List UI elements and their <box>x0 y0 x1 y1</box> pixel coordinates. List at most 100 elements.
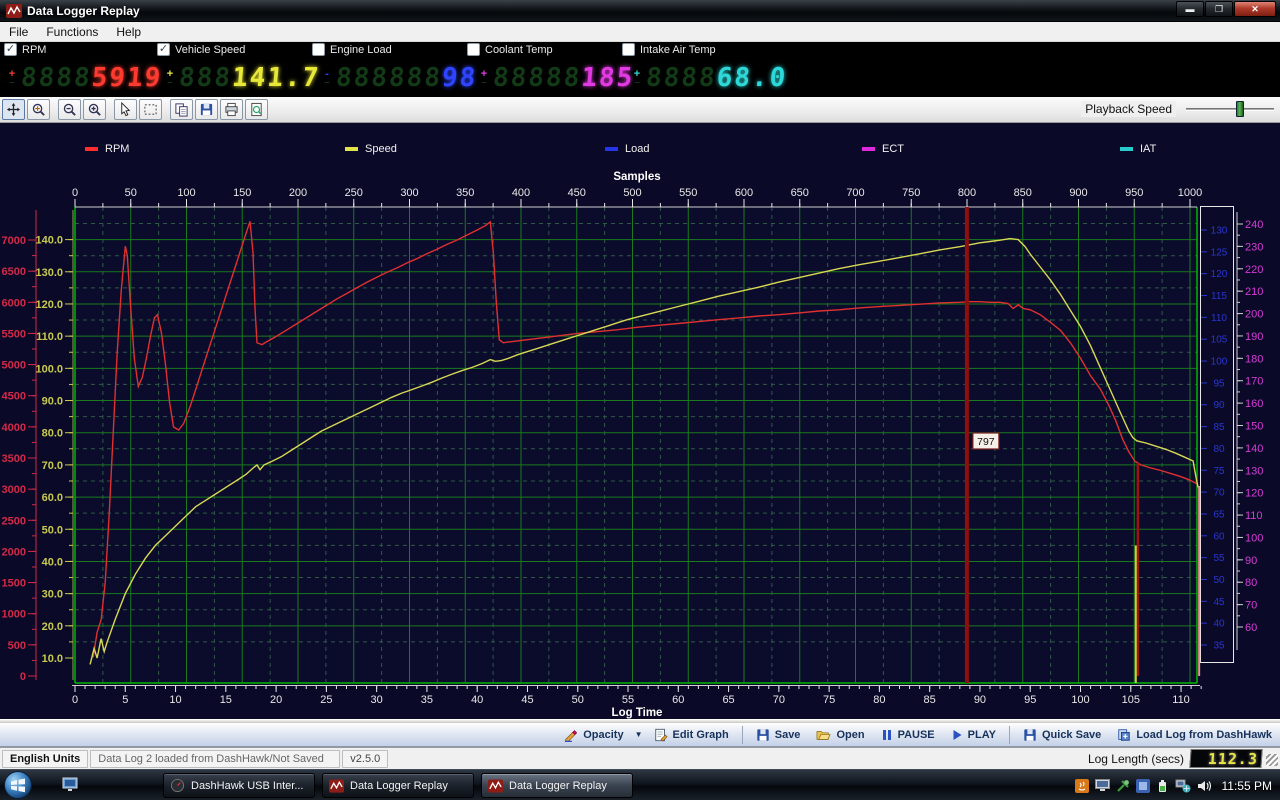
slider-thumb[interactable] <box>1236 101 1244 117</box>
svg-text:105: 105 <box>1122 694 1140 706</box>
svg-text:15: 15 <box>220 694 232 706</box>
svg-text:45: 45 <box>521 694 533 706</box>
data-logger-chart[interactable]: Samples050100150200250300350400450500550… <box>0 123 1280 719</box>
slider-track[interactable] <box>1186 108 1274 111</box>
svg-text:300: 300 <box>400 187 418 199</box>
channel-toggle-rpm[interactable]: ✓ RPM <box>4 43 46 56</box>
checkbox-icon[interactable] <box>312 43 325 56</box>
svg-text:10: 10 <box>169 694 181 706</box>
channel-toggle-intake-air-temp[interactable]: Intake Air Temp <box>622 43 716 56</box>
app-tray-icon[interactable] <box>1136 779 1150 793</box>
svg-text:50: 50 <box>1213 575 1225 586</box>
system-tray: 11:55 PM <box>1075 770 1272 800</box>
taskbar-button-dashhawk-usb[interactable]: DashHawk USB Inter... <box>163 773 315 798</box>
print-preview-button[interactable] <box>245 99 268 120</box>
svg-text:5: 5 <box>122 694 128 706</box>
pause-button[interactable]: PAUSE <box>873 724 943 745</box>
print-button[interactable] <box>220 99 243 120</box>
svg-text:6500: 6500 <box>2 266 26 278</box>
svg-text:4500: 4500 <box>2 391 26 403</box>
svg-text:2500: 2500 <box>2 515 26 527</box>
minimize-button[interactable]: ▬ <box>1176 1 1204 17</box>
svg-text:3500: 3500 <box>2 453 26 465</box>
display-tray-icon[interactable] <box>1095 779 1110 792</box>
marquee-icon <box>143 102 158 117</box>
svg-text:80: 80 <box>1245 577 1257 589</box>
checkbox-icon[interactable] <box>622 43 635 56</box>
svg-text:3000: 3000 <box>2 484 26 496</box>
network-tray-icon[interactable] <box>1175 779 1191 793</box>
iat-swatch-icon <box>1120 147 1133 151</box>
svg-text:60: 60 <box>1245 622 1257 634</box>
tools-tray-icon[interactable] <box>1116 779 1130 793</box>
taskbar-clock[interactable]: 11:55 PM <box>1222 779 1272 793</box>
power-tray-icon[interactable] <box>1156 779 1169 793</box>
svg-text:130: 130 <box>1211 226 1228 237</box>
svg-text:220: 220 <box>1245 264 1263 276</box>
svg-text:25: 25 <box>320 694 332 706</box>
svg-text:500: 500 <box>8 640 26 652</box>
marquee-select-button[interactable] <box>139 99 162 120</box>
java-tray-icon[interactable] <box>1075 779 1089 793</box>
legend-load: Load <box>605 143 649 155</box>
close-button[interactable]: ✕ <box>1234 1 1276 17</box>
quick-launch-desktop-icon[interactable] <box>62 777 80 793</box>
edit-graph-button[interactable]: Edit Graph <box>646 724 737 745</box>
svg-text:130: 130 <box>1245 465 1263 477</box>
menu-help[interactable]: Help <box>107 23 150 41</box>
svg-text:200: 200 <box>289 187 307 199</box>
quick-save-button[interactable]: Quick Save <box>1015 724 1109 745</box>
copy-button[interactable] <box>170 99 193 120</box>
led-display-coolant-temp: +− 88888185 <box>478 62 634 95</box>
svg-text:95: 95 <box>1213 378 1225 389</box>
legend-ect: ECT <box>862 143 904 155</box>
svg-text:50: 50 <box>572 694 584 706</box>
cursor-sample-label: 797 <box>977 436 995 448</box>
svg-text:125: 125 <box>1211 247 1228 258</box>
checkbox-icon[interactable]: ✓ <box>4 43 17 56</box>
resize-grip[interactable] <box>1266 754 1278 766</box>
save-button[interactable]: Save <box>748 724 809 745</box>
svg-text:750: 750 <box>902 187 920 199</box>
zoom-in-button[interactable] <box>83 99 106 120</box>
svg-text:650: 650 <box>791 187 809 199</box>
menu-functions[interactable]: Functions <box>37 23 107 41</box>
channel-toggle-vehicle-speed[interactable]: ✓ Vehicle Speed <box>157 43 245 56</box>
svg-text:70.0: 70.0 <box>42 460 63 472</box>
channel-toggle-engine-load[interactable]: Engine Load <box>312 43 392 56</box>
checkbox-icon[interactable]: ✓ <box>157 43 170 56</box>
svg-text:60.0: 60.0 <box>42 492 63 504</box>
taskbar-button-data-logger-1[interactable]: Data Logger Replay <box>322 773 474 798</box>
legend-rpm: RPM <box>85 143 129 155</box>
open-button[interactable]: Open <box>808 724 872 745</box>
units-pane[interactable]: English Units <box>2 750 88 768</box>
save-toolbar-button[interactable] <box>195 99 218 120</box>
taskbar-button-data-logger-2[interactable]: Data Logger Replay <box>481 773 633 798</box>
svg-text:210: 210 <box>1245 286 1263 298</box>
svg-text:115: 115 <box>1211 291 1227 302</box>
pointer-tool-button[interactable] <box>114 99 137 120</box>
led-value-rpm: 5919 <box>90 63 163 93</box>
restore-button[interactable]: ❐ <box>1205 1 1233 17</box>
windows-flag-icon <box>10 777 26 793</box>
checkbox-icon[interactable] <box>467 43 480 56</box>
playback-speed-slider[interactable] <box>1186 99 1274 119</box>
pan-tool-button[interactable] <box>2 99 25 120</box>
svg-text:1500: 1500 <box>2 578 26 590</box>
opacity-button[interactable]: Opacity <box>556 724 631 745</box>
start-button[interactable] <box>4 771 32 799</box>
menu-file[interactable]: File <box>0 23 37 41</box>
opacity-dropdown-arrow[interactable]: ▼ <box>632 730 646 739</box>
zoom-out-button[interactable] <box>58 99 81 120</box>
svg-text:50.0: 50.0 <box>42 524 63 536</box>
svg-text:80.0: 80.0 <box>42 428 63 440</box>
svg-text:1000: 1000 <box>2 609 26 621</box>
zoom-window-tool-button[interactable] <box>27 99 50 120</box>
volume-tray-icon[interactable] <box>1197 779 1212 793</box>
channel-toggle-coolant-temp[interactable]: Coolant Temp <box>467 43 553 56</box>
play-button[interactable]: PLAY <box>943 724 1004 745</box>
svg-text:85: 85 <box>1213 422 1225 433</box>
pointer-icon <box>118 102 133 117</box>
svg-text:120: 120 <box>1245 488 1263 500</box>
load-log-button[interactable]: Load Log from DashHawk <box>1109 724 1280 745</box>
